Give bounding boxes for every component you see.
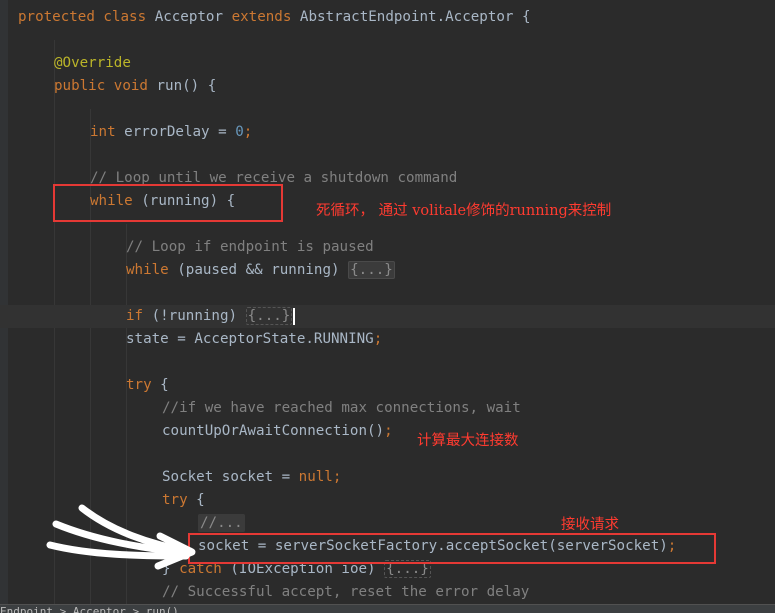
code-editor[interactable]: protected class Acceptor extends Abstrac… xyxy=(0,0,775,604)
hand-drawn-arrow xyxy=(46,504,196,570)
